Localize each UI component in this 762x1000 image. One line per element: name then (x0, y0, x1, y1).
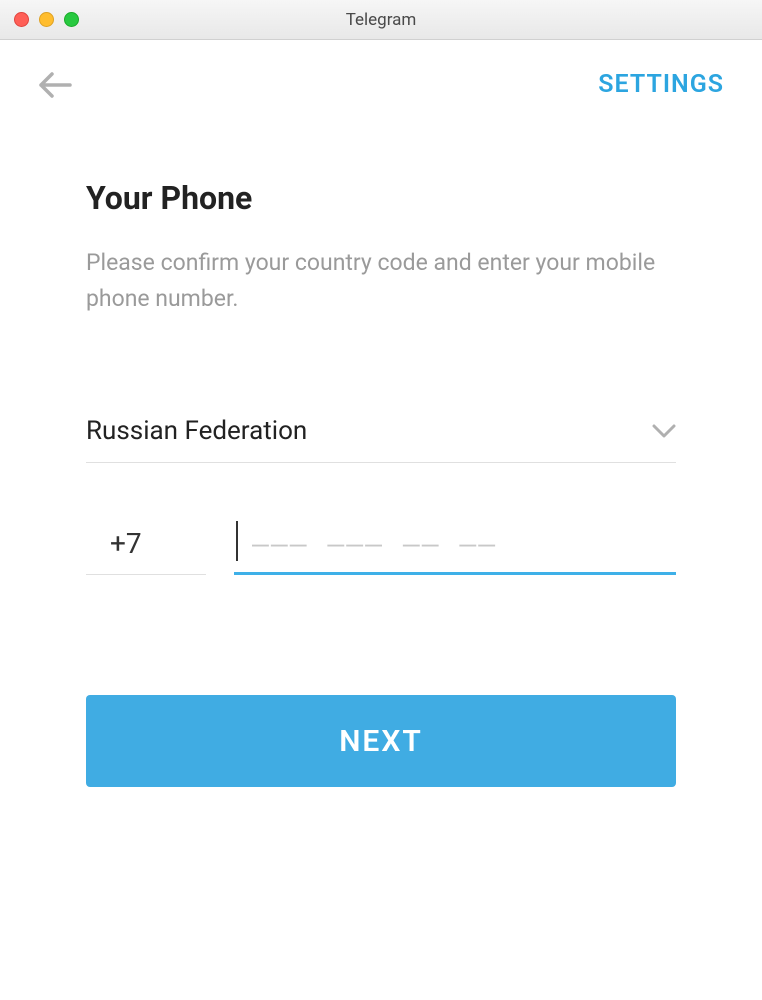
chevron-down-icon (652, 423, 676, 439)
text-cursor (236, 521, 238, 561)
page-subtext: Please confirm your country code and ent… (86, 245, 676, 316)
window-title: Telegram (0, 10, 762, 30)
page-heading: Your Phone (86, 179, 676, 217)
arrow-left-icon (38, 71, 72, 99)
maximize-window-button[interactable] (64, 12, 79, 27)
country-code-input[interactable]: +7 (86, 527, 206, 575)
country-name-label: Russian Federation (86, 416, 307, 446)
phone-placeholder: ––– ––– –– –– (234, 527, 497, 560)
country-selector[interactable]: Russian Federation (86, 416, 676, 463)
phone-number-input[interactable]: ––– ––– –– –– (234, 527, 676, 575)
phone-input-row: +7 ––– ––– –– –– (86, 527, 676, 575)
main-content: Your Phone Please confirm your country c… (0, 99, 762, 787)
settings-link[interactable]: SETTINGS (598, 70, 724, 99)
next-button[interactable]: NEXT (86, 695, 676, 787)
app-header: SETTINGS (0, 40, 762, 99)
back-button[interactable] (38, 71, 72, 99)
close-window-button[interactable] (14, 12, 29, 27)
traffic-lights (0, 12, 79, 27)
window-titlebar: Telegram (0, 0, 762, 40)
minimize-window-button[interactable] (39, 12, 54, 27)
